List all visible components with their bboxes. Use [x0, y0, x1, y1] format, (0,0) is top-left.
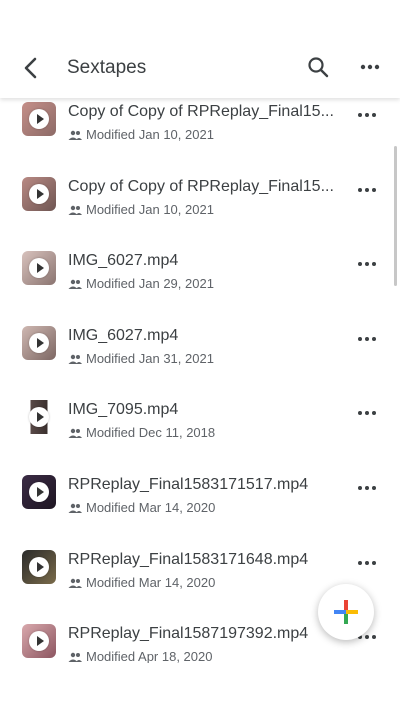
- play-icon: [29, 184, 49, 204]
- video-thumbnail: [22, 624, 56, 658]
- app-header: Sextapes: [0, 0, 400, 98]
- modified-label: Modified Jan 31, 2021: [86, 351, 214, 366]
- file-modified: Modified Mar 14, 2020: [68, 575, 215, 591]
- row-more-icon[interactable]: [355, 185, 379, 195]
- video-thumbnail: [22, 400, 56, 434]
- plus-icon: [334, 600, 358, 624]
- back-icon[interactable]: [18, 55, 44, 81]
- row-more-icon[interactable]: [355, 334, 379, 344]
- play-icon: [29, 631, 49, 651]
- video-thumbnail: [22, 177, 56, 211]
- file-row[interactable]: IMG_6027.mp4 Modified Jan 29, 2021: [0, 251, 400, 325]
- shared-icon: [68, 578, 82, 588]
- file-modified: Modified Apr 18, 2020: [68, 649, 212, 663]
- play-icon: [29, 258, 49, 278]
- play-icon: [29, 482, 49, 502]
- row-more-icon[interactable]: [355, 483, 379, 493]
- file-name: IMG_6027.mp4: [68, 327, 179, 344]
- file-row[interactable]: RPReplay_Final1583171517.mp4 Modified Ma…: [0, 475, 400, 549]
- modified-label: Modified Jan 29, 2021: [86, 276, 214, 291]
- file-name: Copy of Copy of RPReplay_Final15...: [68, 103, 334, 120]
- modified-label: Modified Apr 18, 2020: [86, 649, 213, 663]
- file-name: RPReplay_Final1587197392.mp4: [68, 625, 309, 642]
- modified-label: Modified Mar 14, 2020: [86, 500, 216, 515]
- shared-icon: [68, 354, 82, 364]
- bottom-area: [0, 663, 400, 711]
- play-icon: [29, 333, 49, 353]
- file-modified: Modified Dec 11, 2018: [68, 425, 215, 441]
- play-icon: [29, 109, 49, 129]
- shared-icon: [68, 652, 82, 662]
- video-thumbnail: [22, 251, 56, 285]
- video-thumbnail: [22, 550, 56, 584]
- file-name: RPReplay_Final1583171648.mp4: [68, 551, 309, 568]
- file-modified: Modified Jan 10, 2021: [68, 127, 214, 143]
- row-more-icon[interactable]: [355, 408, 379, 418]
- scrollbar[interactable]: [394, 146, 397, 286]
- file-name: IMG_7095.mp4: [68, 401, 179, 418]
- more-options-icon[interactable]: [358, 60, 382, 74]
- file-modified: Modified Jan 29, 2021: [68, 276, 214, 292]
- modified-label: Modified Mar 14, 2020: [86, 575, 216, 590]
- file-name: RPReplay_Final1583171517.mp4: [68, 476, 309, 493]
- file-modified: Modified Jan 31, 2021: [68, 351, 214, 367]
- file-row[interactable]: IMG_6027.mp4 Modified Jan 31, 2021: [0, 326, 400, 400]
- file-name: Copy of Copy of RPReplay_Final15...: [68, 178, 334, 195]
- video-thumbnail: [22, 102, 56, 136]
- file-row[interactable]: Copy of Copy of RPReplay_Final15... Modi…: [0, 177, 400, 251]
- modified-label: Modified Jan 10, 2021: [86, 127, 214, 142]
- shared-icon: [68, 503, 82, 513]
- shared-icon: [68, 205, 82, 215]
- row-more-icon[interactable]: [355, 110, 379, 120]
- shared-icon: [68, 130, 82, 140]
- video-thumbnail: [22, 326, 56, 360]
- play-icon: [29, 407, 49, 427]
- page-title: Sextapes: [67, 57, 147, 78]
- shared-icon: [68, 428, 82, 438]
- modified-label: Modified Jan 10, 2021: [86, 202, 214, 217]
- row-more-icon[interactable]: [355, 558, 379, 568]
- row-more-icon[interactable]: [355, 259, 379, 269]
- file-modified: Modified Mar 14, 2020: [68, 500, 215, 516]
- file-modified: Modified Jan 10, 2021: [68, 202, 214, 218]
- file-list: Copy of Copy of RPReplay_Final15... Modi…: [0, 98, 400, 663]
- search-icon[interactable]: [306, 55, 330, 79]
- play-icon: [29, 557, 49, 577]
- file-name: IMG_6027.mp4: [68, 252, 179, 269]
- shared-icon: [68, 279, 82, 289]
- video-thumbnail: [22, 475, 56, 509]
- file-row[interactable]: IMG_7095.mp4 Modified Dec 11, 2018: [0, 400, 400, 474]
- modified-label: Modified Dec 11, 2018: [86, 425, 216, 440]
- file-row[interactable]: Copy of Copy of RPReplay_Final15... Modi…: [0, 102, 400, 176]
- new-file-button[interactable]: [318, 584, 374, 640]
